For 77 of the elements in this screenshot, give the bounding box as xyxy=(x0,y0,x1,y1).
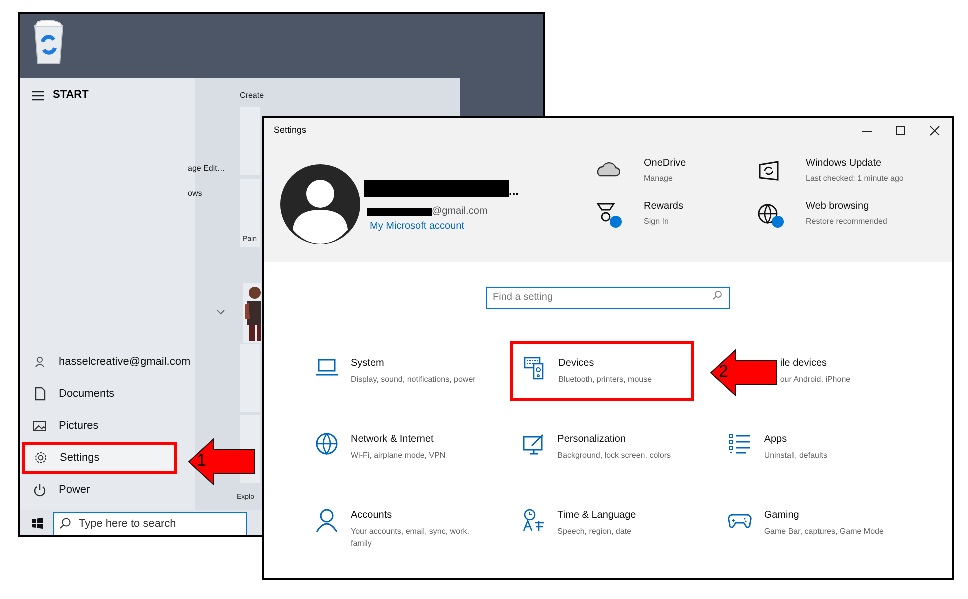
step-number: 1 xyxy=(197,452,206,469)
category-subtitle: our Android, iPhone xyxy=(780,374,852,386)
callout-arrow xyxy=(188,438,256,486)
category-subtitle: Your accounts, email, sync, work, family xyxy=(351,526,470,550)
service-item[interactable]: Windows Update Last checked: 1 minute ago xyxy=(756,156,916,185)
redaction-bar xyxy=(367,208,432,216)
window-title: Settings xyxy=(274,124,308,138)
settings-icon xyxy=(34,451,48,465)
service-title: OneDrive xyxy=(644,157,688,171)
service-title: Web browsing xyxy=(806,200,870,214)
start-title: START xyxy=(53,88,89,103)
service-title: Windows Update xyxy=(806,157,883,171)
category-title: Accounts xyxy=(351,509,394,523)
service-subtitle: Sign In xyxy=(644,216,670,228)
search-icon xyxy=(60,518,71,529)
category-title: Time & Language xyxy=(558,509,638,523)
app-name: age Edit… xyxy=(188,163,226,175)
recycle-bin-icon xyxy=(32,20,66,66)
category-subtitle: Wi-Fi, airplane mode, VPN xyxy=(351,450,447,462)
category-title: Gaming xyxy=(764,509,800,523)
category-title: System xyxy=(351,357,386,371)
settings-category[interactable]: Devices Bluetooth, printers, mouse xyxy=(510,341,694,401)
person-icon xyxy=(33,355,47,369)
category-title: Devices xyxy=(558,357,596,371)
settings-category[interactable]: ile devices our Android, iPhone xyxy=(780,344,902,404)
settings-category[interactable]: System Display, sound, notifications, power xyxy=(305,344,489,404)
close-icon xyxy=(930,126,940,136)
settings-category[interactable]: Personalization Background, lock screen, colors xyxy=(512,420,696,480)
category-subtitle: Uninstall, defaults xyxy=(764,450,828,462)
callout-arrow xyxy=(710,349,778,397)
windows-icon xyxy=(32,518,43,529)
menu-icon xyxy=(32,91,44,101)
category-subtitle: Display, sound, notifications, power xyxy=(351,374,477,386)
category-title: Personalization xyxy=(558,433,628,447)
service-subtitle: Restore recommended xyxy=(806,216,888,228)
settings-category[interactable]: Network & Internet Wi-Fi, airplane mode, VPN xyxy=(305,420,489,480)
service-subtitle: Last checked: 1 minute ago xyxy=(806,173,905,185)
paint-monitor-icon xyxy=(522,432,546,456)
start-menu-item[interactable]: Settings xyxy=(22,442,177,474)
language-icon xyxy=(522,508,546,532)
category-subtitle: Speech, region, date xyxy=(558,526,632,538)
person-icon xyxy=(315,508,339,532)
settings-category[interactable]: Accounts Your accounts, email, sync, work, family xyxy=(305,496,489,556)
step-number: 2 xyxy=(719,363,728,380)
category-title: Apps xyxy=(764,433,788,447)
search-icon xyxy=(713,291,722,300)
picture-icon xyxy=(33,419,47,433)
list-icon xyxy=(728,432,752,456)
service-subtitle: Manage xyxy=(644,173,674,185)
service-item[interactable]: Rewards Sign In xyxy=(594,199,756,228)
group-header: Create xyxy=(240,90,264,102)
globe-icon xyxy=(315,432,339,456)
settings-category[interactable]: Apps Uninstall, defaults xyxy=(718,420,902,480)
category-title: ile devices xyxy=(780,357,828,371)
service-item[interactable]: Web browsing Restore recommended xyxy=(756,199,916,228)
settings-category[interactable]: Gaming Game Bar, captures, Game Mode xyxy=(718,496,902,556)
search-field[interactable]: Find a setting xyxy=(486,286,730,308)
search-field[interactable]: Type here to search xyxy=(53,512,247,535)
start-menu-item[interactable]: Documents xyxy=(24,378,195,410)
start-menu-item[interactable]: Power xyxy=(24,474,195,506)
start-menu-item[interactable]: hasselcreative@gmail.com xyxy=(24,346,195,378)
app-name: ows xyxy=(188,188,202,200)
account-link[interactable]: My Microsoft account xyxy=(370,219,464,234)
category-subtitle: Bluetooth, printers, mouse xyxy=(558,374,654,386)
service-item[interactable]: OneDrive Manage xyxy=(594,156,756,185)
category-subtitle: Background, lock screen, colors xyxy=(558,450,672,462)
category-title: Network & Internet xyxy=(351,433,435,447)
power-icon xyxy=(33,483,47,497)
start-menu-item[interactable]: Pictures xyxy=(24,410,195,442)
email-text: @gmail.com xyxy=(432,205,488,219)
service-title: Rewards xyxy=(644,200,684,214)
document-icon xyxy=(33,387,47,401)
category-subtitle: Game Bar, captures, Game Mode xyxy=(764,526,885,538)
settings-category[interactable]: Time & Language Speech, region, date xyxy=(512,496,696,556)
chevron-down-icon xyxy=(217,310,225,315)
maximize-icon xyxy=(896,126,906,136)
name-ellipsis: ... xyxy=(509,185,520,197)
